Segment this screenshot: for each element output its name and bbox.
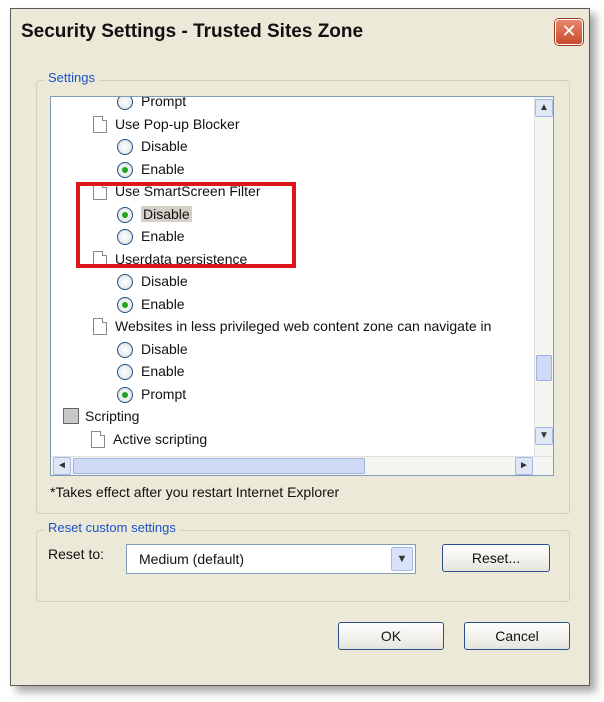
radio-checked-icon[interactable] (117, 386, 133, 403)
restart-note: *Takes effect after you restart Internet… (50, 484, 340, 500)
reset-legend: Reset custom settings (44, 520, 180, 535)
reset-button[interactable]: Reset... (442, 544, 550, 572)
setting-label: Active scripting (113, 430, 208, 447)
radio-option[interactable]: Prompt (51, 384, 535, 406)
vertical-scrollbar[interactable]: ▲ ▼ (534, 97, 553, 475)
smartscreen-highlight-box (76, 182, 296, 268)
document-icon (93, 115, 107, 133)
radio-checked-icon[interactable] (117, 161, 133, 178)
radio-unchecked-icon[interactable] (117, 341, 133, 358)
reset-level-dropdown[interactable]: Medium (default) ▼ (126, 544, 416, 574)
close-button[interactable]: ✕ (555, 19, 583, 45)
cancel-button[interactable]: Cancel (464, 622, 570, 650)
ok-button[interactable]: OK (338, 622, 444, 650)
document-icon (93, 318, 107, 335)
setting-label: Disable (141, 138, 188, 154)
radio-checked-icon[interactable] (117, 296, 133, 313)
radio-unchecked-icon[interactable] (117, 97, 133, 110)
radio-option[interactable]: Enable (51, 159, 535, 181)
radio-option[interactable]: Disable (51, 339, 535, 361)
setting-group-row: Active scripting (51, 429, 535, 451)
setting-label: Prompt (141, 96, 187, 109)
setting-label: Prompt (141, 385, 187, 402)
radio-option[interactable]: Prompt (51, 96, 535, 113)
scroll-up-button[interactable]: ▲ (535, 99, 553, 117)
setting-group-row: Use Pop-up Blocker (51, 114, 535, 136)
setting-label: Scripting (85, 408, 140, 424)
setting-label: Enable (141, 160, 185, 177)
setting-label: Use Pop-up Blocker (115, 115, 240, 132)
document-icon (91, 430, 105, 448)
setting-group-row: Websites in less privileged web content … (51, 316, 535, 338)
setting-label: Disable (141, 340, 188, 357)
setting-label: Disable (141, 273, 188, 289)
chevron-down-icon[interactable]: ▼ (391, 547, 413, 571)
reset-level-value: Medium (default) (139, 551, 245, 567)
horizontal-scroll-thumb[interactable] (73, 458, 365, 474)
radio-option[interactable]: Enable (51, 294, 535, 316)
settings-legend: Settings (44, 70, 99, 85)
setting-label: Websites in less privileged web content … (115, 318, 492, 334)
dialog-title: Security Settings - Trusted Sites Zone (21, 21, 364, 42)
scroll-down-button[interactable]: ▼ (535, 427, 553, 445)
scroll-thumb[interactable] (536, 355, 552, 381)
radio-option[interactable]: Enable (51, 361, 535, 383)
horizontal-scrollbar[interactable]: ◄ ► (51, 456, 553, 475)
settings-list[interactable]: Prompt Use Pop-up Blocker Disable Enable Use… (50, 96, 554, 476)
scripting-icon (63, 408, 79, 424)
radio-option[interactable]: Disable (51, 271, 535, 293)
scroll-left-button[interactable]: ◄ (53, 457, 71, 475)
radio-unchecked-icon[interactable] (117, 364, 133, 380)
radio-unchecked-icon[interactable] (117, 139, 133, 155)
radio-unchecked-icon[interactable] (117, 274, 133, 290)
reset-to-label: Reset to: (48, 546, 105, 562)
scroll-right-button[interactable]: ► (515, 457, 533, 475)
title-bar[interactable]: Security Settings - Trusted Sites Zone ✕ (11, 9, 589, 53)
radio-option[interactable]: Disable (51, 136, 535, 158)
setting-label: Enable (141, 363, 185, 379)
setting-label: Enable (141, 295, 185, 312)
category-row: Scripting (51, 406, 535, 428)
